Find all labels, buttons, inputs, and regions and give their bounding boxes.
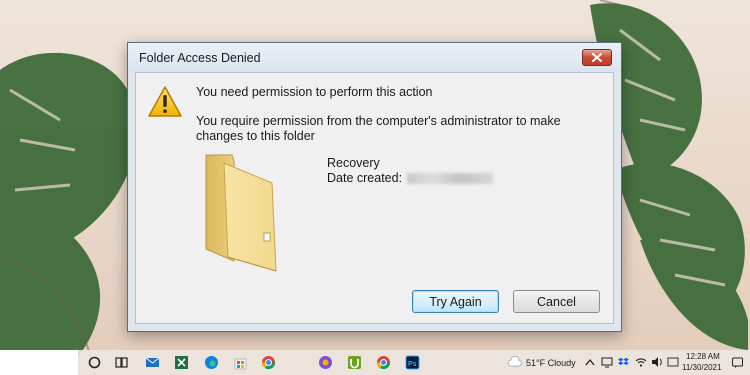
close-button[interactable] [582, 49, 612, 66]
cancel-button[interactable]: Cancel [513, 290, 600, 313]
dialog-body: You need permission to perform this acti… [135, 72, 614, 324]
close-icon [592, 53, 602, 62]
utorrent-icon[interactable] [347, 355, 362, 370]
chevron-up-icon[interactable] [585, 358, 595, 367]
date-created-row: Date created: [327, 171, 494, 185]
dialog-title: Folder Access Denied [139, 51, 261, 65]
detail-message: You require permission from the computer… [196, 114, 561, 143]
excel-icon[interactable] [174, 355, 189, 370]
task-view-icon[interactable] [114, 355, 129, 370]
cloud-icon [507, 356, 522, 367]
date-created-label: Date created: [327, 171, 403, 185]
edge-icon[interactable] [204, 355, 219, 370]
warning-icon [148, 86, 182, 117]
folder-name: Recovery [327, 156, 380, 170]
mail-icon[interactable] [145, 355, 160, 370]
date-created-value [407, 172, 494, 184]
chrome-icon[interactable] [376, 355, 391, 370]
cortana-icon[interactable] [87, 355, 102, 370]
wifi-icon[interactable] [635, 356, 647, 368]
camera-app-icon[interactable] [318, 355, 333, 370]
store-icon[interactable] [233, 355, 248, 370]
try-again-button[interactable]: Try Again [412, 290, 499, 313]
svg-text:Ps: Ps [408, 361, 417, 368]
clock-date[interactable]: 11/30/2021 [682, 363, 721, 372]
weather-text[interactable]: 51°F Cloudy [526, 358, 576, 368]
language-icon[interactable] [667, 356, 679, 368]
clock-time[interactable]: 12:28 AM [686, 352, 720, 361]
folder-access-denied-dialog: Folder Access Denied You need permission… [127, 42, 622, 332]
photoshop-icon[interactable]: Ps [405, 355, 420, 370]
main-message: You need permission to perform this acti… [196, 85, 433, 99]
dialog-titlebar[interactable]: Folder Access Denied [128, 43, 621, 72]
volume-icon[interactable] [651, 356, 663, 368]
folder-icon [205, 154, 277, 272]
taskbar: Ps 51°F Cloudy 12:28 AM 11/30/2021 [0, 350, 750, 375]
notification-icon[interactable] [731, 356, 744, 369]
taskbar-search-box[interactable] [0, 350, 78, 375]
network-icon[interactable] [601, 356, 613, 368]
dropbox-icon[interactable] [618, 356, 630, 368]
chrome-icon[interactable] [261, 355, 276, 370]
